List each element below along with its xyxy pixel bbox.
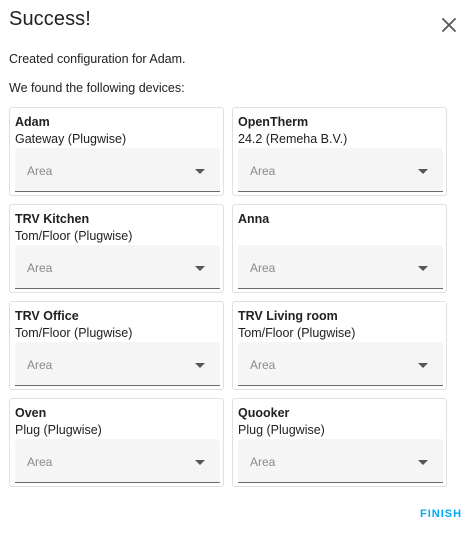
chevron-down-icon <box>195 169 205 174</box>
area-placeholder: Area <box>27 164 53 178</box>
device-name: TRV Kitchen <box>15 212 90 226</box>
area-placeholder: Area <box>250 164 276 178</box>
device-name: Oven <box>15 406 47 420</box>
device-grid: Adam Gateway (Plugwise) Area OpenTherm 2… <box>9 107 447 487</box>
device-model: 24.2 (Remeha B.V.) <box>238 132 348 146</box>
chevron-down-icon <box>418 169 428 174</box>
device-name: Anna <box>238 212 270 226</box>
area-placeholder: Area <box>250 261 276 275</box>
chevron-down-icon <box>195 460 205 465</box>
device-name: Quooker <box>238 406 290 420</box>
device-name: OpenTherm <box>238 115 309 129</box>
chevron-down-icon <box>418 460 428 465</box>
area-select[interactable]: Area <box>238 148 443 192</box>
close-button[interactable] <box>436 12 462 38</box>
device-model: Gateway (Plugwise) <box>15 132 127 146</box>
area-select[interactable]: Area <box>238 439 443 483</box>
chevron-down-icon <box>195 266 205 271</box>
area-placeholder: Area <box>27 261 53 275</box>
device-name: TRV Living room <box>238 309 338 323</box>
dialog-message: Created configuration for Adam. <box>9 52 186 66</box>
area-select[interactable]: Area <box>15 148 220 192</box>
area-select[interactable]: Area <box>15 342 220 386</box>
device-name: Adam <box>15 115 50 129</box>
chevron-down-icon <box>195 363 205 368</box>
area-placeholder: Area <box>27 455 53 469</box>
chevron-down-icon <box>418 363 428 368</box>
device-card-opentherm: OpenTherm 24.2 (Remeha B.V.) Area <box>232 107 447 196</box>
area-placeholder: Area <box>250 455 276 469</box>
area-select[interactable]: Area <box>15 245 220 289</box>
devices-intro: We found the following devices: <box>9 81 185 95</box>
area-select[interactable]: Area <box>238 342 443 386</box>
device-model: Tom/Floor (Plugwise) <box>15 229 133 243</box>
area-select[interactable]: Area <box>15 439 220 483</box>
area-placeholder: Area <box>250 358 276 372</box>
close-icon <box>442 18 456 32</box>
device-model: Plug (Plugwise) <box>15 423 102 437</box>
device-name: TRV Office <box>15 309 79 323</box>
device-card-trv-kitchen: TRV Kitchen Tom/Floor (Plugwise) Area <box>9 204 224 293</box>
device-card-quooker: Quooker Plug (Plugwise) Area <box>232 398 447 487</box>
device-card-trv-office: TRV Office Tom/Floor (Plugwise) Area <box>9 301 224 390</box>
device-card-adam: Adam Gateway (Plugwise) Area <box>9 107 224 196</box>
device-model: Tom/Floor (Plugwise) <box>238 326 356 340</box>
device-card-anna: Anna Area <box>232 204 447 293</box>
finish-button[interactable]: FINISH <box>416 504 466 524</box>
area-placeholder: Area <box>27 358 53 372</box>
chevron-down-icon <box>418 266 428 271</box>
device-card-trv-living-room: TRV Living room Tom/Floor (Plugwise) Are… <box>232 301 447 390</box>
area-select[interactable]: Area <box>238 245 443 289</box>
device-model: Tom/Floor (Plugwise) <box>15 326 133 340</box>
device-card-oven: Oven Plug (Plugwise) Area <box>9 398 224 487</box>
device-model: Plug (Plugwise) <box>238 423 325 437</box>
success-dialog: Success! Created configuration for Adam.… <box>0 0 474 533</box>
dialog-title: Success! <box>9 8 91 30</box>
